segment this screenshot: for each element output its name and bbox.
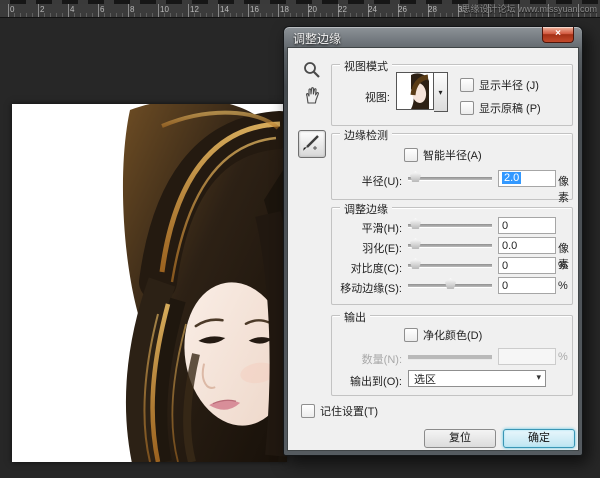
smooth-slider-thumb[interactable] (410, 218, 421, 229)
document-canvas[interactable] (12, 104, 287, 462)
amount-slider-disabled (408, 355, 492, 360)
photoshop-workspace: 0 2 4 6 8 10 12 14 16 18 20 22 24 26 28 … (0, 0, 600, 478)
smooth-label: 平滑(H): (334, 220, 402, 236)
view-label: 视图: (342, 89, 390, 105)
refine-radius-brush-button[interactable] (298, 130, 326, 158)
radius-slider-thumb[interactable] (410, 171, 421, 182)
checkbox-box[interactable] (460, 78, 474, 92)
ruler-number: 18 (280, 5, 289, 15)
view-thumbnail-image (397, 73, 433, 109)
adjust-edge-group: 调整边缘 平滑(H): 羽化(E): 像素 对比度(C): % (331, 207, 573, 305)
amount-label: 数量(N): (334, 351, 402, 367)
close-button[interactable]: × (542, 27, 574, 43)
contrast-value-field[interactable] (498, 257, 556, 274)
contrast-slider[interactable] (408, 264, 492, 268)
feather-slider-thumb[interactable] (410, 238, 421, 249)
edge-detection-group: 边缘检测 智能半径(A) 半径(U): 2.0 像素 (331, 133, 573, 200)
adjust-edge-legend: 调整边缘 (340, 201, 392, 217)
ruler-number: 2 (40, 5, 44, 15)
feather-value-field[interactable] (498, 237, 556, 254)
show-radius-label: 显示半径 (J) (479, 77, 539, 93)
output-to-dropdown[interactable]: 选区 ▾ (408, 370, 546, 387)
radius-unit: 像素 (558, 173, 572, 205)
view-mode-legend: 视图模式 (340, 58, 392, 74)
ok-button[interactable]: 确定 (503, 429, 575, 448)
show-original-label: 显示原稿 (P) (479, 100, 541, 116)
portrait-photo (12, 104, 287, 462)
decontaminate-colors-checkbox[interactable]: 净化颜色(D) (404, 327, 482, 343)
ruler-number: 12 (190, 5, 199, 15)
brush-icon (299, 131, 323, 155)
ruler-number: 0 (10, 5, 14, 15)
decontaminate-colors-label: 净化颜色(D) (423, 327, 482, 343)
ruler-number: 20 (308, 5, 317, 15)
checkbox-box[interactable] (460, 101, 474, 115)
ruler-number: 4 (70, 5, 74, 15)
shift-edge-slider-thumb[interactable] (445, 278, 456, 289)
output-to-label: 输出到(O): (334, 373, 402, 389)
output-group: 输出 净化颜色(D) 数量(N): % 输出到(O): 选区 ▾ (331, 315, 573, 396)
shift-edge-slider[interactable] (408, 284, 492, 288)
checkbox-box[interactable] (404, 328, 418, 342)
dropdown-arrow-icon: ▾ (536, 372, 541, 383)
magnifier-icon (302, 60, 322, 80)
shift-edge-label: 移动边缘(S): (334, 280, 402, 296)
hand-icon (302, 85, 322, 105)
ruler-number: 24 (368, 5, 377, 15)
contrast-unit: % (558, 260, 568, 272)
ruler-number: 6 (100, 5, 104, 15)
ruler-number: 10 (160, 5, 169, 15)
hand-tool-button[interactable] (302, 85, 322, 105)
smart-radius-checkbox[interactable]: 智能半径(A) (404, 147, 482, 163)
close-icon: × (555, 28, 561, 39)
output-to-value: 选区 (414, 371, 436, 387)
remember-settings-label: 记住设置(T) (320, 403, 378, 419)
ruler-number: 22 (338, 5, 347, 15)
ruler-number: 26 (398, 5, 407, 15)
view-mode-group: 视图模式 视图: ▾ 显示半径 (J) (331, 64, 573, 126)
smart-radius-label: 智能半径(A) (423, 147, 482, 163)
output-legend: 输出 (340, 309, 370, 325)
radius-label: 半径(U): (334, 173, 402, 189)
dialog-title: 调整边缘 (293, 30, 341, 47)
checkbox-box[interactable] (404, 148, 418, 162)
shift-edge-unit: % (558, 280, 568, 292)
smooth-value-field[interactable] (498, 217, 556, 234)
contrast-label: 对比度(C): (334, 260, 402, 276)
ruler-number: 8 (130, 5, 134, 15)
remember-settings-checkbox[interactable]: 记住设置(T) (301, 403, 378, 419)
dialog-titlebar[interactable]: 调整边缘 × (287, 27, 579, 47)
reset-button[interactable]: 复位 (424, 429, 496, 448)
smooth-slider[interactable] (408, 224, 492, 228)
feather-slider[interactable] (408, 244, 492, 248)
shift-edge-value-field[interactable] (498, 277, 556, 294)
amount-unit: % (558, 351, 568, 363)
show-original-checkbox[interactable]: 显示原稿 (P) (460, 100, 541, 116)
view-dropdown-arrow-icon[interactable]: ▾ (434, 72, 448, 112)
radius-slider[interactable] (408, 177, 492, 181)
edge-detection-legend: 边缘检测 (340, 127, 392, 143)
radius-value-field[interactable]: 2.0 (498, 170, 556, 187)
view-mode-selector[interactable]: ▾ (396, 72, 448, 112)
feather-label: 羽化(E): (334, 240, 402, 256)
amount-value-field (498, 348, 556, 365)
radius-value-selected-text: 2.0 (502, 172, 521, 184)
checkbox-box[interactable] (301, 404, 315, 418)
view-thumbnail (396, 72, 434, 110)
ruler-number: 16 (250, 5, 259, 15)
ruler-number: 28 (428, 5, 437, 15)
ruler-number: 14 (220, 5, 229, 15)
contrast-slider-thumb[interactable] (410, 258, 421, 269)
show-radius-checkbox[interactable]: 显示半径 (J) (460, 77, 539, 93)
zoom-tool-button[interactable] (302, 60, 322, 80)
site-watermark: 思缘设计论坛 www.missyuan.com (461, 2, 597, 15)
refine-edge-dialog: 调整边缘 × (283, 26, 583, 456)
